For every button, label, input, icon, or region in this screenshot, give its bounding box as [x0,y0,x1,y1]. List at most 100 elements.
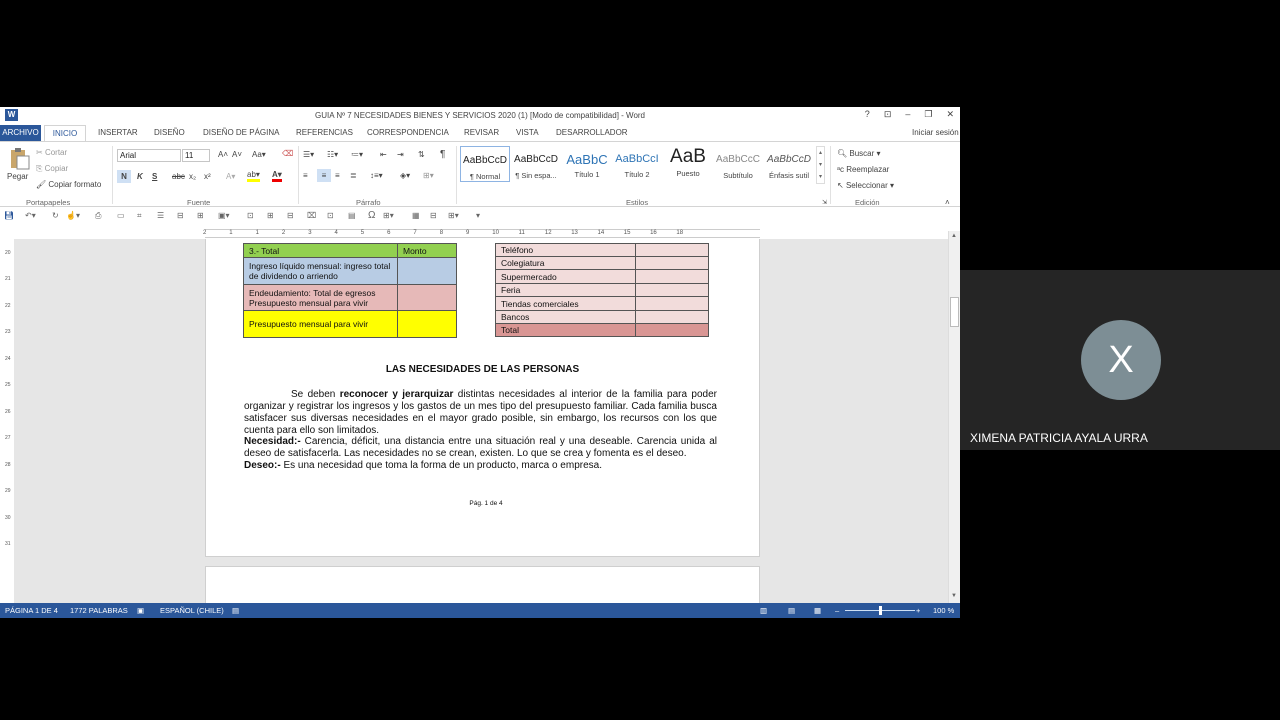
cell-total-header[interactable]: 3.- Total [243,243,398,258]
cell-ingreso-monto[interactable] [397,257,457,285]
font-size-combo[interactable]: 11 [182,149,210,162]
cut-button[interactable]: ✂ Cortar [36,148,67,157]
restore-button[interactable]: ❐ [924,109,932,120]
style-normal[interactable]: AaBbCcD ¶ Normal [460,146,510,182]
proofing-icon[interactable]: ▣ [137,606,144,615]
print-icon[interactable]: ⎙ [95,211,101,221]
numbering-icon[interactable]: ☷▾ [327,150,338,159]
replace-button[interactable]: ᵃc Reemplazar [837,165,889,174]
underline-button[interactable]: S [152,172,157,181]
zoom-out-icon[interactable]: – [835,606,839,615]
toolbar-tool-3-icon[interactable]: ☰ [157,211,164,220]
scroll-up-icon[interactable]: ▲ [951,233,957,239]
participant-video-tile[interactable]: X XIMENA PATRICIA AYALA URRA [960,270,1280,450]
read-mode-icon[interactable]: ▥ [760,606,767,615]
cell-total[interactable]: Total [495,323,636,337]
vertical-scrollbar[interactable]: ▲ ▼ [948,231,960,603]
toolbar-tool-14-icon[interactable]: ⊟ [430,211,437,220]
cell-presupuesto-monto[interactable] [397,310,457,338]
customize-toolbar-icon[interactable]: ▾ [476,211,480,220]
sort-icon[interactable]: ⇅ [418,150,425,159]
select-button[interactable]: ↖ Seleccionar ▾ [837,181,894,190]
toolbar-tool-9-icon[interactable]: ⊟ [287,211,294,220]
word-count[interactable]: 1772 PALABRAS [70,606,128,615]
cell-monto-header[interactable]: Monto [397,243,457,258]
subscript-button[interactable]: x₂ [189,172,196,181]
cell-bancos-monto[interactable] [635,310,709,324]
find-button[interactable]: 🔍︎ Buscar ▾ [837,149,881,158]
style-title[interactable]: AaB Puesto [663,146,713,182]
font-color-icon[interactable]: A▾ [272,170,282,182]
signin-link[interactable]: Iniciar sesión [912,128,959,137]
cell-telefono[interactable]: Teléfono [495,243,636,257]
cell-endeudamiento-monto[interactable] [397,284,457,311]
scroll-thumb[interactable] [950,297,959,327]
cell-telefono-monto[interactable] [635,243,709,257]
cell-tiendas[interactable]: Tiendas comerciales [495,296,636,311]
shrink-font-icon[interactable]: A˅ [232,150,242,159]
minimize-button[interactable]: – [905,109,910,120]
line-spacing-icon[interactable]: ↕≡▾ [370,171,383,180]
superscript-button[interactable]: x² [204,172,211,181]
cell-tiendas-monto[interactable] [635,296,709,311]
tab-inicio[interactable]: INICIO [44,125,86,142]
document-page-2[interactable] [205,566,760,603]
undo-icon[interactable]: ↶▾ [25,211,36,220]
tab-vista[interactable]: VISTA [516,128,539,137]
language-status[interactable]: ESPAÑOL (CHILE) [160,606,224,615]
tab-insertar[interactable]: INSERTAR [98,128,138,137]
cell-presupuesto[interactable]: Presupuesto mensual para vivir [243,310,398,338]
macro-icon[interactable]: ▤ [232,606,239,615]
cell-ingreso[interactable]: Ingreso líquido mensual: ingreso total d… [243,257,398,285]
bold-button[interactable]: N [117,170,131,183]
clear-format-icon[interactable]: ⌫ [282,149,293,158]
style-heading-2[interactable]: AaBbCcI Título 2 [612,146,662,182]
strikethrough-button[interactable]: abc [172,172,185,181]
tab-desarrollador[interactable]: DESARROLLADOR [556,128,628,137]
ribbon-display-button[interactable]: ⊡ [884,109,892,120]
toolbar-tool-10-icon[interactable]: ⌧ [307,211,316,220]
cell-supermercado-monto[interactable] [635,269,709,284]
table-icon[interactable]: ⊞▾ [383,211,394,220]
cell-feria[interactable]: Feria [495,283,636,297]
help-button[interactable]: ? [865,109,870,120]
toolbar-tool-2-icon[interactable]: ⌗ [137,211,142,221]
tab-referencias[interactable]: REFERENCIAS [296,128,353,137]
tab-diseno[interactable]: DISEÑO [154,128,185,137]
justify-icon[interactable]: ≣ [350,171,357,180]
text-effects-icon[interactable]: A▾ [226,172,235,181]
toolbar-tool-12-icon[interactable]: ▤ [348,211,356,220]
toolbar-tool-7-icon[interactable]: ⊡ [247,211,254,220]
borders-icon[interactable]: ⊞▾ [423,171,434,180]
show-marks-icon[interactable]: ¶ [440,149,445,160]
paste-icon[interactable] [8,148,30,170]
vertical-ruler[interactable]: 19202122232425262728293031 [0,239,14,603]
align-left-icon[interactable]: ≡ [303,171,308,180]
tab-revisar[interactable]: REVISAR [464,128,499,137]
font-name-combo[interactable]: Arial [117,149,181,162]
collapse-ribbon-icon[interactable]: ˄ [945,198,950,207]
style-subtle-emphasis[interactable]: AaBbCcD Énfasis sutil [764,146,814,182]
style-heading-1[interactable]: AaBbC Título 1 [562,146,612,182]
style-subtitle[interactable]: AaBbCcC Subtítulo [713,146,763,182]
bullets-icon[interactable]: ☰▾ [303,150,314,159]
zoom-level[interactable]: 100 % [933,606,954,615]
redo-icon[interactable]: ↻ [52,211,59,220]
styles-scroll[interactable]: ▴ ▾ ▾ [816,146,825,184]
paste-button[interactable]: Pegar [7,172,28,181]
style-no-spacing[interactable]: AaBbCcD ¶ Sin espa... [511,146,561,182]
horizontal-ruler[interactable]: 2 1 1 2 3 4 5 6 7 8 9 10 11 12 13 14 15 16 18 [203,229,760,238]
change-case-icon[interactable]: Aa▾ [252,150,266,159]
decrease-indent-icon[interactable]: ⇤ [380,150,387,159]
format-painter-button[interactable]: 🖌 Copiar formato [36,180,101,189]
zoom-in-icon[interactable]: + [916,606,920,615]
symbol-icon[interactable]: Ω [368,210,375,221]
toolbar-tool-8-icon[interactable]: ⊞ [267,211,274,220]
scroll-down-icon[interactable]: ▼ [951,593,957,599]
zoom-slider-thumb[interactable] [879,606,882,615]
tab-correspondencia[interactable]: CORRESPONDENCIA [367,128,449,137]
increase-indent-icon[interactable]: ⇥ [397,150,404,159]
toolbar-tool-11-icon[interactable]: ⊡ [327,211,334,220]
highlight-icon[interactable]: ab▾ [247,170,260,182]
toolbar-tool-13-icon[interactable]: ▦ [412,211,420,220]
